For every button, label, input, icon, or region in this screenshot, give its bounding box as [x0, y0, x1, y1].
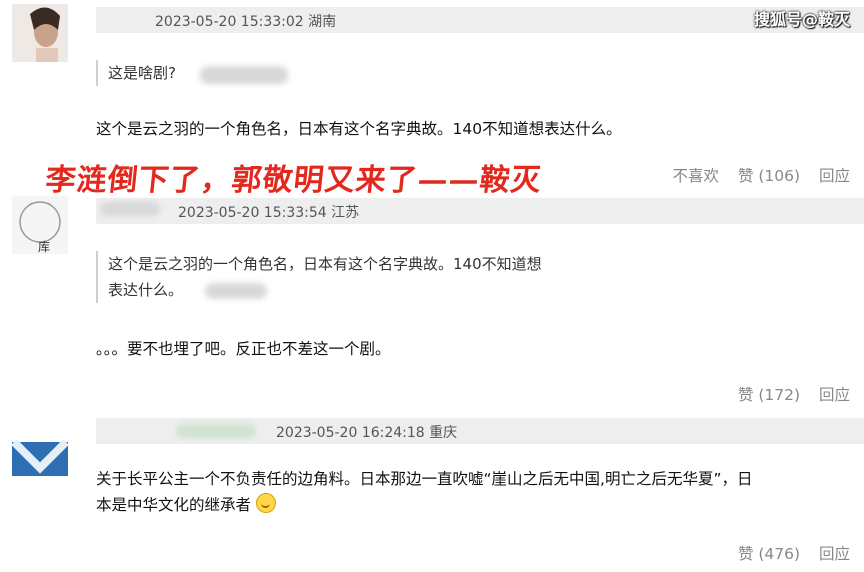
obscured-username: [176, 424, 256, 438]
reply-line-2-text: 本是中华文化的继承者: [96, 496, 252, 514]
comment-2-actions: 赞 (172) 回应: [724, 383, 850, 405]
avatar-image: [12, 418, 68, 476]
comment-3-meta: 2023-05-20 16:24:18 重庆: [276, 422, 457, 442]
obscured-username: [205, 283, 267, 299]
reply-line-1: 关于长平公主一个不负责任的边角料。日本那边一直吹嘘“崖山之后无中国,明亡之后无华…: [96, 470, 753, 488]
quoted-comment: 这个是云之羽的一个角色名，日本有这个名字典故。140不知道想 表达什么。: [96, 251, 542, 303]
like-button[interactable]: 赞 (106): [738, 167, 800, 185]
comment-2-meta: 2023-05-20 15:33:54 江苏: [178, 202, 359, 222]
like-button[interactable]: 赞 (476): [738, 545, 800, 563]
quote-text-line-1: 这个是云之羽的一个角色名，日本有这个名字典故。140不知道想: [108, 255, 542, 273]
timestamp: 2023-05-20 15:33:02: [155, 14, 304, 30]
timestamp: 2023-05-20 15:33:54: [178, 205, 327, 221]
comment-1-meta: 2023-05-20 15:33:02 湖南: [155, 11, 336, 31]
timestamp: 2023-05-20 16:24:18: [276, 425, 425, 441]
obscured-username: [200, 66, 288, 84]
avatar[interactable]: 库: [12, 196, 68, 254]
location: 重庆: [429, 425, 458, 441]
avatar-text: 库: [38, 240, 51, 254]
comment-1-reply: 这个是云之羽的一个角色名，日本有这个名字典故。140不知道想表达什么。: [96, 120, 622, 138]
reply-button[interactable]: 回应: [819, 167, 850, 185]
reply-button[interactable]: 回应: [819, 386, 850, 404]
comment-3-actions: 赞 (476) 回应: [724, 542, 850, 564]
like-button[interactable]: 赞 (172): [738, 386, 800, 404]
obscured-username: [100, 202, 160, 216]
location: 江苏: [331, 205, 360, 221]
avatar[interactable]: [12, 4, 68, 62]
overlay-banner: 李涟倒下了，郭敬明又来了——鞍灭: [43, 163, 544, 198]
reply-line-2: 本是中华文化的继承者: [96, 492, 753, 518]
quote-text-line-2: 表达什么。: [108, 281, 184, 299]
watermark: 搜狐号@鞍灭: [753, 10, 850, 29]
comment-3-reply: 关于长平公主一个不负责任的边角料。日本那边一直吹嘘“崖山之后无中国,明亡之后无华…: [96, 466, 753, 518]
quoted-comment: 这是啥剧?: [96, 60, 176, 86]
comment-1-actions: 不喜欢 赞 (106) 回应: [658, 164, 850, 186]
smile-emoji-icon: [255, 493, 276, 513]
dislike-button[interactable]: 不喜欢: [672, 167, 719, 185]
reply-button[interactable]: 回应: [819, 545, 850, 563]
comment-2-reply: 。。。要不也埋了吧。反正也不差这一个剧。: [96, 340, 391, 358]
avatar[interactable]: [12, 418, 68, 476]
avatar-image: [12, 4, 68, 62]
location: 湖南: [308, 14, 337, 30]
quote-text: 这是啥剧?: [108, 64, 176, 82]
